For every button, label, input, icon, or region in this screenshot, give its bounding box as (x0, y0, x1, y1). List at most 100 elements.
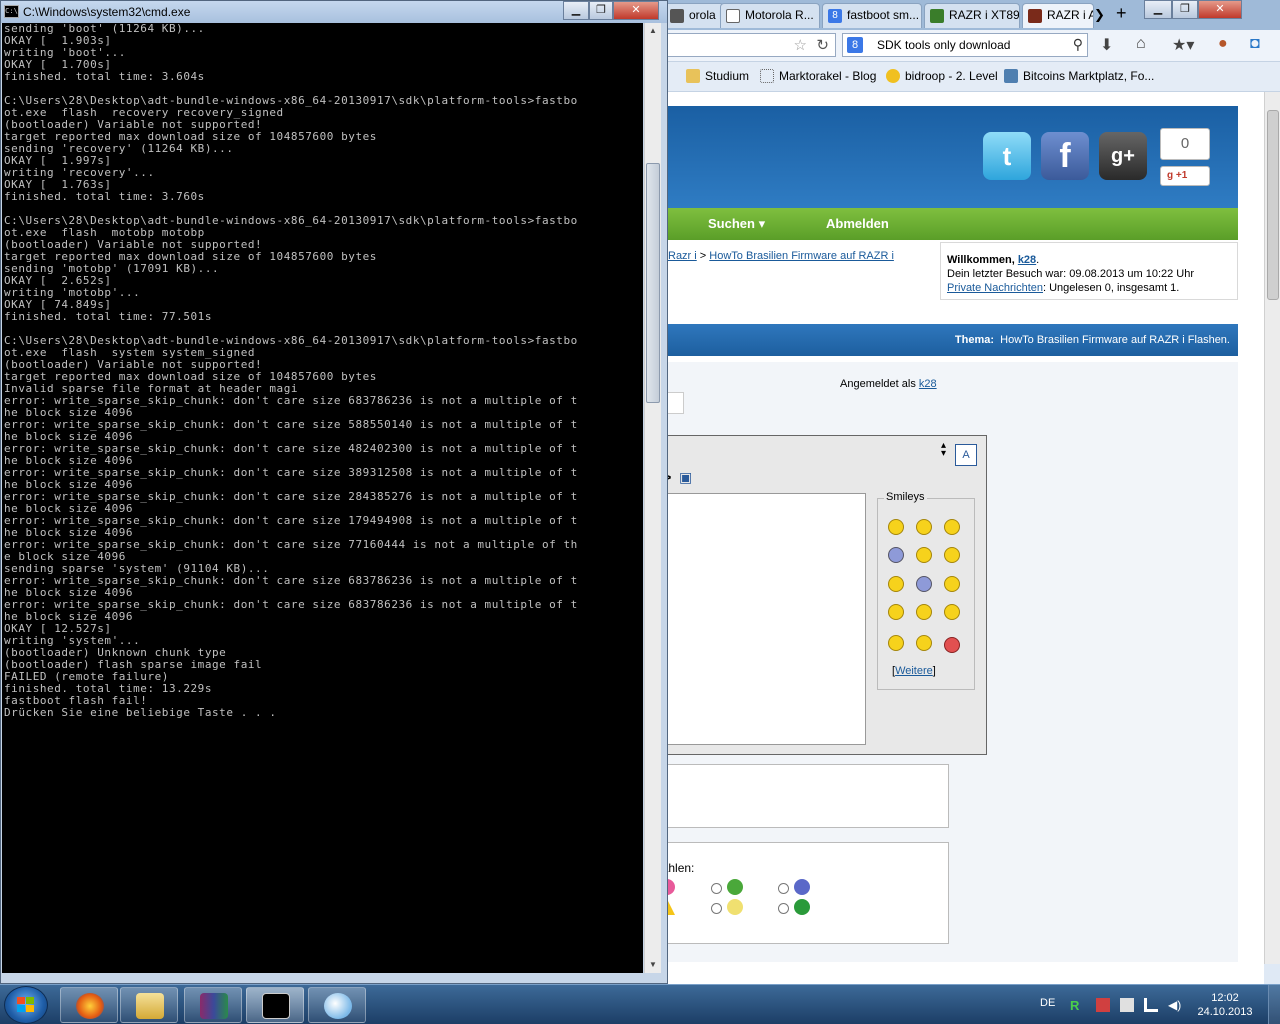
bookmark-studium[interactable]: Studium (686, 69, 749, 83)
show-desktop-button[interactable] (1268, 985, 1280, 1024)
image-icon[interactable]: ▣ (679, 469, 692, 486)
page-scrollbar-thumb[interactable] (1267, 110, 1279, 300)
bookmarks-toolbar: Studium Marktorakel - Blog bidroop - 2. … (600, 62, 1280, 92)
taskbar-paint[interactable] (308, 987, 366, 1023)
user-link[interactable]: k28 (1018, 254, 1036, 266)
cmd-close-button[interactable]: ✕ (613, 1, 659, 20)
home-icon[interactable]: ⌂ (1136, 35, 1146, 53)
icon-radio-3[interactable] (711, 883, 722, 894)
mad-icon[interactable] (944, 604, 960, 620)
new-tab-button[interactable]: + (1116, 3, 1127, 24)
winrar-icon (200, 993, 228, 1019)
tab-razr-xt89[interactable]: RAZR i XT89... (924, 3, 1020, 28)
eek-icon[interactable] (888, 604, 904, 620)
start-button[interactable] (4, 986, 48, 1024)
resize-arrows-icon[interactable]: ▴ ▾ (941, 441, 946, 459)
logged-user-link[interactable]: k28 (919, 378, 937, 390)
cmd-maximize-button[interactable]: ❐ (589, 1, 613, 20)
forum-header: t f g+ 0 g +1 (600, 106, 1238, 208)
tab-motorola-1[interactable]: orola R... (664, 3, 724, 28)
taskbar-explorer[interactable] (120, 987, 178, 1023)
nerd-icon[interactable] (916, 635, 932, 651)
scroll-up-icon[interactable]: ▲ (645, 23, 661, 39)
navigation-bar: ☆ ↻ 8 SDK tools only download ⚲ ⬇ ⌂ ★▾ ●… (600, 30, 1280, 62)
nav-search[interactable]: Suchen ▾ (708, 216, 765, 232)
cmd-scrollbar-thumb[interactable] (646, 163, 660, 403)
tab-fastboot[interactable]: 8 fastboot sm... (822, 3, 922, 28)
tray-alert-icon[interactable] (1096, 998, 1110, 1012)
taskbar-cmd[interactable] (246, 987, 304, 1023)
nav-logout[interactable]: Abmelden (826, 216, 889, 231)
taskbar-winrar[interactable] (184, 987, 242, 1023)
star-icon[interactable]: ☆ (794, 36, 807, 54)
cmd-scrollbar[interactable]: ▲ ▼ (644, 23, 661, 973)
clock[interactable]: 12:02 24.10.2013 (1190, 991, 1260, 1019)
bookmark-bitcoins[interactable]: Bitcoins Marktplatz, Fo... (1004, 69, 1154, 83)
system-tray: DE R ◀) 12:02 24.10.2013 (1030, 985, 1280, 1024)
plusone-button[interactable]: g +1 (1160, 166, 1210, 186)
google-search-icon[interactable]: 8 (847, 37, 863, 53)
maximize-button[interactable]: ❐ (1172, 0, 1198, 19)
page-scrollbar[interactable] (1264, 92, 1280, 964)
language-indicator[interactable]: DE (1040, 997, 1055, 1009)
cmd-minimize-button[interactable]: ▁ (563, 1, 589, 20)
search-icon[interactable]: ⚲ (1073, 36, 1083, 53)
tab-overflow-button[interactable]: ❯ (1094, 7, 1105, 23)
cool-icon[interactable] (944, 576, 960, 592)
download-icon[interactable]: ⬇ (1100, 35, 1113, 55)
addon-icon[interactable]: ● (1218, 35, 1228, 53)
tab-razr-a[interactable]: RAZR i A (1022, 3, 1094, 28)
facebook-icon[interactable]: f (1041, 132, 1089, 180)
bookmarks-menu-icon[interactable]: ★▾ (1172, 35, 1194, 55)
shock-icon[interactable] (888, 635, 904, 651)
scroll-down-icon[interactable]: ▼ (645, 957, 661, 973)
volume-icon[interactable]: ◀) (1168, 998, 1182, 1012)
tongue-icon[interactable] (916, 604, 932, 620)
xda-icon (1028, 9, 1042, 23)
breadcrumb-razr[interactable]: Razr i (668, 250, 697, 262)
tray-flag-icon[interactable] (1120, 998, 1134, 1012)
thread-title-bar: Thema: HowTo Brasilien Firmware auf RAZR… (600, 324, 1238, 356)
taskbar-firefox[interactable] (60, 987, 118, 1023)
happy-icon[interactable] (944, 547, 960, 563)
icon-radio-5[interactable] (778, 883, 789, 894)
sync-icon[interactable]: ◘ (1250, 35, 1260, 53)
tray-r-icon[interactable]: R (1070, 998, 1084, 1013)
bookmark-bidroop[interactable]: bidroop - 2. Level (886, 69, 998, 83)
cmd-title: C:\Windows\system32\cmd.exe (23, 5, 191, 19)
icon-radio-4[interactable] (711, 903, 722, 914)
frown-icon[interactable] (888, 547, 904, 563)
network-icon[interactable] (1144, 998, 1158, 1012)
private-messages-link[interactable]: Private Nachrichten (947, 282, 1043, 294)
tab-strip: orola R... Motorola R... 8 fastboot sm..… (600, 0, 1280, 30)
switch-editor-icon[interactable]: A (955, 444, 977, 466)
more-smileys-link[interactable]: Weitere (895, 665, 933, 677)
laugh-icon[interactable] (916, 547, 932, 563)
twitter-icon[interactable]: t (983, 132, 1031, 180)
logged-in-as: Angemeldet als k28 (840, 378, 937, 390)
google-plus-icon[interactable]: g+ (1099, 132, 1147, 180)
angry-icon[interactable] (944, 637, 960, 653)
site-icon (930, 9, 944, 23)
smiley-panel: Smileys [Weitere] (877, 491, 975, 690)
grin-icon[interactable] (944, 519, 960, 535)
icon-radio-6[interactable] (778, 903, 789, 914)
smile-icon[interactable] (888, 519, 904, 535)
url-bar[interactable]: ☆ ↻ (662, 33, 836, 57)
minimize-button[interactable]: ▁ (1144, 0, 1172, 19)
close-button[interactable]: ✕ (1198, 0, 1242, 19)
paint-icon (324, 993, 352, 1019)
breadcrumb: Razr i > HowTo Brasilien Firmware auf RA… (600, 242, 1238, 302)
cold-icon[interactable] (916, 576, 932, 592)
search-input[interactable]: 8 SDK tools only download ⚲ (842, 33, 1088, 57)
reload-icon[interactable]: ↻ (816, 36, 829, 54)
breadcrumb-howto[interactable]: HowTo Brasilien Firmware auf RAZR i (709, 250, 894, 262)
grin-post-icon (727, 879, 743, 895)
cmd-console[interactable]: sending 'boot' (11264 KB)... OKAY [ 1.90… (2, 23, 643, 973)
bookmark-marktorakel[interactable]: Marktorakel - Blog (760, 69, 876, 83)
plusone-widget[interactable]: 0 g +1 (1160, 128, 1210, 186)
wink-icon[interactable] (916, 519, 932, 535)
tab-motorola-2[interactable]: Motorola R... (720, 3, 820, 28)
cmd-titlebar[interactable]: C:\ C:\Windows\system32\cmd.exe ▁ ❐ ✕ (1, 1, 667, 23)
confused-icon[interactable] (888, 576, 904, 592)
